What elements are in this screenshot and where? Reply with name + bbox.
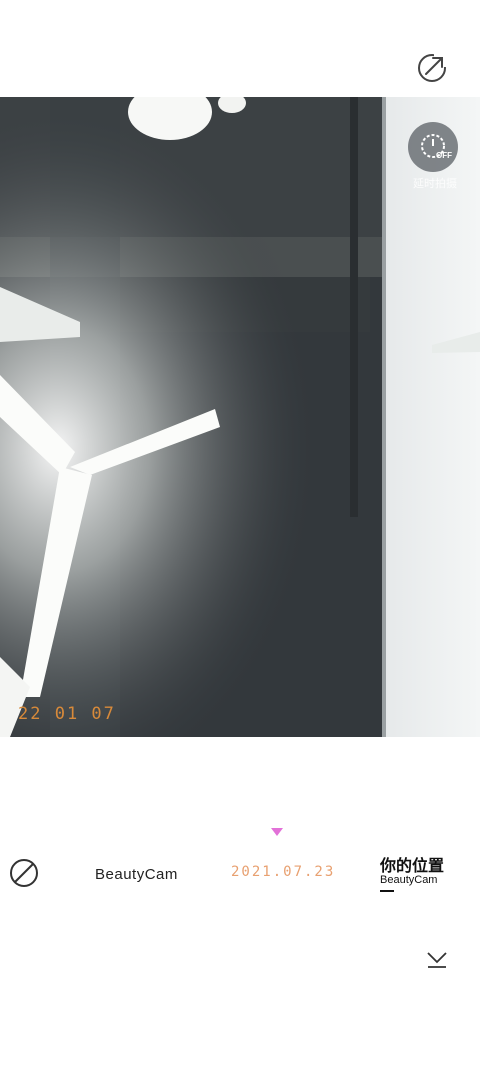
preview-image <box>0 97 480 737</box>
share-button[interactable] <box>414 50 450 86</box>
filter-beautycam[interactable]: BeautyCam <box>95 866 178 883</box>
timer-off-badge: OFF <box>436 151 452 160</box>
selected-filter-marker <box>271 828 283 836</box>
chevron-down-icon <box>427 952 447 968</box>
collapse-button[interactable] <box>425 948 449 970</box>
timer-off-icon: OFF <box>421 134 452 160</box>
date-stamp: 22 01 07 <box>18 704 116 724</box>
timelapse-button[interactable]: OFF <box>408 122 458 172</box>
filter-location-subtitle: BeautyCam <box>380 874 438 886</box>
no-filter-icon <box>10 859 38 887</box>
filter-location-underline <box>380 890 394 892</box>
no-filter-button[interactable] <box>9 858 39 888</box>
filter-date[interactable]: 2021.07.23 <box>231 864 335 880</box>
filter-location-title[interactable]: 你的位置 <box>380 852 444 876</box>
share-arrow-icon <box>418 53 448 82</box>
camera-preview[interactable] <box>0 97 480 737</box>
timelapse-label: 延时拍摄 <box>413 178 457 190</box>
